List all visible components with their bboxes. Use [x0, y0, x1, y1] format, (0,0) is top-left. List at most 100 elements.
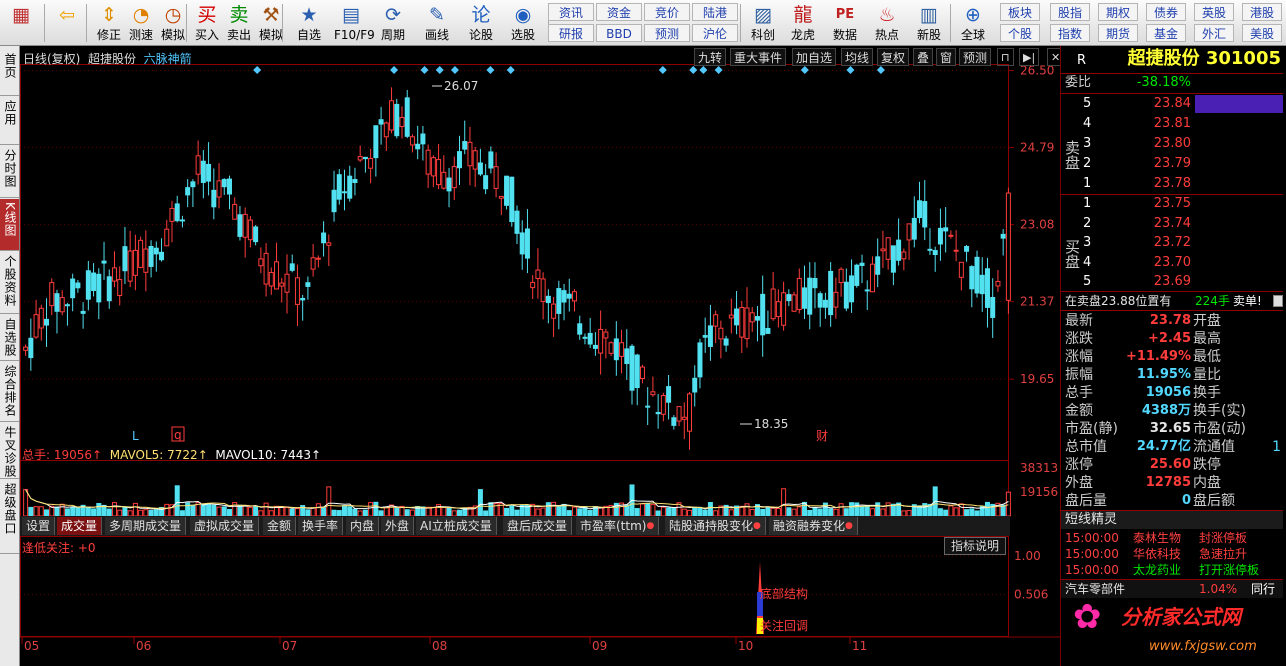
- toolbar-button-热点[interactable]: ♨ 热点: [870, 2, 904, 44]
- chart-header-button-重大事件[interactable]: 重大事件: [730, 48, 787, 66]
- toolbar-link-债券[interactable]: 债券: [1146, 3, 1186, 21]
- toolbar-button-论股[interactable]: 论论股: [464, 2, 498, 44]
- sell-row[interactable]: 2 23.79: [1061, 155, 1283, 173]
- elf-row[interactable]: 15:00:00 太龙药业 打开涨停板: [1061, 562, 1283, 578]
- toolbar-button-数据[interactable]: PE 数据: [828, 2, 862, 44]
- toolbar-separator: [44, 4, 45, 42]
- chart-header-button-均线[interactable]: 均线: [841, 48, 874, 66]
- sector-name[interactable]: 汽车零部件: [1065, 580, 1125, 598]
- toolbar-button-F10/F9[interactable]: ▤ F10/F9: [334, 2, 375, 44]
- indicator-label[interactable]: 六脉神箭: [144, 52, 192, 66]
- sell-row[interactable]: 1 23.78: [1061, 175, 1283, 193]
- indicator-tab-虚拟成交量[interactable]: 虚拟成交量: [190, 517, 260, 535]
- indicator-tab-设置[interactable]: 设置: [22, 517, 56, 535]
- chart-header-button-加自选[interactable]: 加自选: [792, 48, 837, 66]
- volume-bar-down: [849, 502, 855, 517]
- lock-icon[interactable]: ⊓: [997, 48, 1014, 66]
- toolbar-link-期权[interactable]: 期权: [1098, 3, 1138, 21]
- toolbar-button-科创[interactable]: ▨ 科创: [746, 2, 780, 44]
- toolbar-link-沪伦[interactable]: 沪伦: [692, 24, 738, 42]
- chart-header-button-预测[interactable]: 预测: [959, 48, 992, 66]
- next-page-icon[interactable]: ▶|: [1019, 48, 1040, 66]
- buy-row[interactable]: 2 23.74: [1061, 215, 1283, 233]
- left-tab-首页[interactable]: 首页: [0, 50, 19, 96]
- candle-down: [122, 246, 128, 272]
- indicator-tab-外盘[interactable]: 外盘: [381, 517, 415, 535]
- buy-row[interactable]: 5 23.69: [1061, 273, 1283, 291]
- toolbar-button-周期[interactable]: ⟳ 周期: [376, 2, 410, 44]
- candle-down: [185, 187, 191, 196]
- toolbar-link-板块[interactable]: 板块: [1000, 3, 1040, 21]
- buy-row[interactable]: 1 23.75: [1061, 195, 1283, 213]
- toolbar-button-back-arrow-icon[interactable]: ⇦: [50, 2, 84, 44]
- chart-header-button-叠[interactable]: 叠: [913, 48, 934, 66]
- indicator-tab-融资融券变化[interactable]: 融资融券变化●: [769, 517, 858, 535]
- chart-header-button-复权[interactable]: 复权: [877, 48, 910, 66]
- speed-icon: ◔: [132, 4, 150, 26]
- indicator-tab-金额[interactable]: 金额: [263, 517, 297, 535]
- toolbar-button-新股[interactable]: ▥ 新股: [912, 2, 946, 44]
- toolbar-button-测速[interactable]: ◔ 测速: [124, 2, 158, 44]
- volume-bar-up: [833, 508, 839, 517]
- left-tab-牛叉诊股[interactable]: 牛叉诊股: [0, 423, 19, 479]
- toolbar-link-个股[interactable]: 个股: [1000, 24, 1040, 42]
- sell-row[interactable]: 5 23.84: [1061, 95, 1283, 113]
- toolbar-link-陆港[interactable]: 陆港: [692, 3, 738, 21]
- toolbar-button-龙虎[interactable]: 龍龙虎: [786, 2, 820, 44]
- candle-down: [655, 411, 661, 415]
- volume-bar-up: [781, 488, 787, 517]
- left-tab-个股资料[interactable]: 个股资料: [0, 252, 19, 314]
- indicator-help-button[interactable]: 指标说明: [944, 537, 1007, 555]
- toolbar-link-期货[interactable]: 期货: [1098, 24, 1138, 42]
- left-tab-综合排名[interactable]: 综合排名: [0, 362, 19, 422]
- buy-row[interactable]: 4 23.70: [1061, 254, 1283, 272]
- sell-row[interactable]: 4 23.81: [1061, 115, 1283, 133]
- period-label[interactable]: 日线(复权): [23, 52, 80, 66]
- toolbar-link-竞价[interactable]: 竞价: [644, 3, 690, 21]
- left-tab-K线图[interactable]: K线图: [0, 199, 19, 251]
- candle-up: [791, 294, 797, 312]
- buy-row[interactable]: 3 23.72: [1061, 234, 1283, 252]
- trade-toggle-icon[interactable]: [1273, 295, 1283, 307]
- toolbar-button-全球[interactable]: ⊕ 全球: [956, 2, 990, 44]
- toolbar-link-指数[interactable]: 指数: [1050, 24, 1090, 42]
- toolbar-link-英股[interactable]: 英股: [1194, 3, 1234, 21]
- toolbar-link-研报[interactable]: 研报: [548, 24, 594, 42]
- toolbar-link-BBD[interactable]: BBD: [596, 24, 642, 42]
- indicator-tab-内盘[interactable]: 内盘: [346, 517, 380, 535]
- chart-header-button-窗[interactable]: 窗: [936, 48, 957, 66]
- toolbar-button-app-icon[interactable]: ▦: [4, 2, 38, 44]
- left-tab-超级盘口[interactable]: 超级盘口: [0, 480, 19, 554]
- toolbar-link-基金[interactable]: 基金: [1146, 24, 1186, 42]
- elf-row[interactable]: 15:00:00 华依科技 急速拉升: [1061, 546, 1283, 562]
- indicator-tab-成交量[interactable]: 成交量: [57, 517, 103, 535]
- left-tab-自选股[interactable]: 自选股: [0, 315, 19, 361]
- tongxing-label[interactable]: 同行: [1251, 580, 1275, 598]
- toolbar-button-买入[interactable]: 买买入: [190, 2, 224, 44]
- indicator-tab-换手率[interactable]: 换手率: [298, 517, 344, 535]
- left-tab-应用[interactable]: 应用: [0, 97, 19, 145]
- toolbar-button-修正[interactable]: ⇕ 修正: [92, 2, 126, 44]
- indicator-tab-市盈率(ttm)[interactable]: 市盈率(ttm)●: [576, 517, 660, 535]
- toolbar-button-卖出[interactable]: 卖卖出: [222, 2, 256, 44]
- left-tab-分时图[interactable]: 分时图: [0, 146, 19, 198]
- toolbar-link-股指[interactable]: 股指: [1050, 3, 1090, 21]
- elf-row[interactable]: 15:00:00 泰林生物 封涨停板: [1061, 530, 1283, 546]
- chart-header-button-九转[interactable]: 九转: [694, 48, 727, 66]
- toolbar-button-选股[interactable]: ◉ 选股: [506, 2, 540, 44]
- toolbar-button-模拟[interactable]: ◷ 模拟: [156, 2, 190, 44]
- toolbar-link-美股[interactable]: 美股: [1242, 24, 1282, 42]
- indicator-tab-陆股通持股变化[interactable]: 陆股通持股变化●: [665, 517, 766, 535]
- toolbar-link-外汇[interactable]: 外汇: [1194, 24, 1234, 42]
- toolbar-link-港股[interactable]: 港股: [1242, 3, 1282, 21]
- toolbar-link-资讯[interactable]: 资讯: [548, 3, 594, 21]
- toolbar-link-预测[interactable]: 预测: [644, 24, 690, 42]
- sell-row[interactable]: 3 23.80: [1061, 135, 1283, 153]
- toolbar-button-画线[interactable]: ✎ 画线: [420, 2, 454, 44]
- indicator-tab-多周期成交量[interactable]: 多周期成交量: [105, 517, 187, 535]
- indicator-tab-盘后成交量[interactable]: 盘后成交量: [503, 517, 573, 535]
- toolbar-link-资金[interactable]: 资金: [596, 3, 642, 21]
- candle-down: [1000, 233, 1006, 239]
- indicator-tab-AI立桩成交量[interactable]: AI立桩成交量: [416, 517, 497, 535]
- toolbar-button-自选[interactable]: ★ 自选: [292, 2, 326, 44]
